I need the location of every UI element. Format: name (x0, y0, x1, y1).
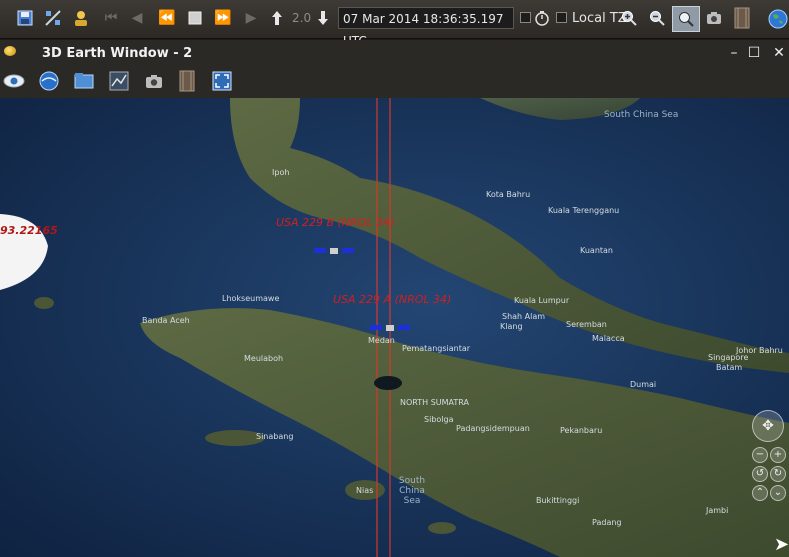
place-label: Johor Bahru (736, 346, 783, 355)
place-label: Jambi (706, 506, 729, 515)
place-label: Shah Alam (502, 312, 546, 321)
coverage-readout: 93.22165 (0, 224, 58, 237)
zoom-in-nav-button[interactable]: + (770, 447, 786, 463)
zoom-to-icon[interactable] (672, 6, 700, 32)
film-icon[interactable] (176, 70, 198, 92)
step-value: 2.0 (292, 11, 312, 25)
place-label: Medan (368, 336, 395, 345)
window-icon (4, 46, 16, 56)
place-label: Sibolga (424, 415, 454, 424)
play-icon[interactable]: ▶ (242, 9, 260, 27)
skip-start-icon[interactable]: ⏪ (158, 9, 176, 27)
globe-icon[interactable] (768, 9, 788, 29)
place-label: Kuala Lumpur (514, 296, 570, 305)
zoom-in-icon[interactable] (620, 9, 638, 27)
place-label: Sinabang (256, 432, 294, 441)
close-button[interactable]: ✕ (771, 45, 787, 61)
sea-label: South China Sea (604, 110, 679, 120)
maximize-button[interactable]: ☐ (746, 45, 762, 61)
place-label: Meulaboh (244, 354, 284, 363)
speed-down-icon[interactable] (314, 9, 332, 27)
save-icon[interactable] (16, 9, 34, 27)
realtime-icon[interactable] (533, 9, 551, 27)
place-label: Dumai (630, 380, 657, 389)
place-label: Klang (500, 322, 523, 331)
chart-icon[interactable] (108, 70, 130, 92)
film-icon[interactable] (733, 7, 751, 29)
island (34, 297, 54, 309)
step-back-icon[interactable]: ◀ (128, 9, 146, 27)
earth-map-view[interactable]: 93.22165 USA 229 B (NROL 34) USA 229 A (… (0, 98, 789, 557)
window-title: 3D Earth Window - 2 (42, 46, 193, 61)
globe-view-icon[interactable] (38, 70, 60, 92)
place-label: Ipoh (272, 168, 290, 177)
minimize-button[interactable]: – (726, 45, 742, 61)
place-label: Lhokseumawe (222, 294, 280, 303)
zoom-out-nav-button[interactable]: − (752, 447, 768, 463)
lake-toba (374, 376, 402, 390)
camera-icon[interactable] (705, 9, 723, 27)
place-label: Seremban (566, 320, 607, 329)
place-label: Batam (716, 363, 743, 372)
sea-label: South China Sea (398, 476, 426, 506)
place-label: Padang (592, 518, 622, 527)
place-label: Kuala Terengganu (548, 206, 620, 215)
tilt-down-button[interactable]: ⌄ (770, 485, 786, 501)
local-tz-label: Local TZ (572, 11, 627, 26)
place-label: Pematangsiantar (402, 344, 471, 353)
eye-icon[interactable] (3, 70, 25, 92)
place-label: Nias (356, 486, 374, 495)
stop-icon[interactable] (186, 9, 204, 27)
camera-icon[interactable] (143, 70, 165, 92)
tilt-up-button[interactable]: ⌃ (752, 485, 768, 501)
place-label: Banda Aceh (142, 316, 190, 325)
rotate-right-button[interactable]: ↻ (770, 466, 786, 482)
satellite-label[interactable]: USA 229 B (NROL 34) (276, 216, 394, 229)
place-label: Kota Bahru (486, 190, 531, 199)
realtime-checkbox[interactable] (520, 12, 531, 23)
pan-control[interactable]: ✥ (752, 410, 784, 442)
rotate-left-button[interactable]: ↺ (752, 466, 768, 482)
folder-icon[interactable] (73, 70, 95, 92)
island (428, 522, 456, 534)
speed-up-icon[interactable] (268, 9, 286, 27)
person-icon[interactable] (72, 9, 90, 27)
local-tz-checkbox[interactable] (556, 12, 567, 23)
time-input[interactable]: 07 Mar 2014 18:36:35.197 UTC (338, 7, 514, 48)
place-label: NORTH SUMATRA (400, 398, 469, 407)
place-label: Malacca (592, 334, 625, 343)
zoom-out-icon[interactable] (648, 9, 666, 27)
main-toolbar: ⏮ ◀ ⏪ ⏩ ▶ 2.0 07 Mar 2014 18:36:35.197 U… (0, 0, 789, 48)
satellite-icon[interactable] (44, 9, 62, 27)
place-label: Kuantan (580, 246, 613, 255)
rewind-icon[interactable]: ⏮ (102, 9, 120, 27)
fullscreen-icon[interactable] (211, 70, 233, 92)
map-canvas (0, 98, 789, 557)
satellite-label[interactable]: USA 229 A (NROL 34) (333, 293, 451, 306)
place-label: Bukittinggi (536, 496, 580, 505)
skip-end-icon[interactable]: ⏩ (214, 9, 232, 27)
place-label: Padangsidempuan (456, 424, 530, 433)
place-label: Pekanbaru (560, 426, 603, 435)
mouse-cursor: ➤ (774, 534, 789, 555)
